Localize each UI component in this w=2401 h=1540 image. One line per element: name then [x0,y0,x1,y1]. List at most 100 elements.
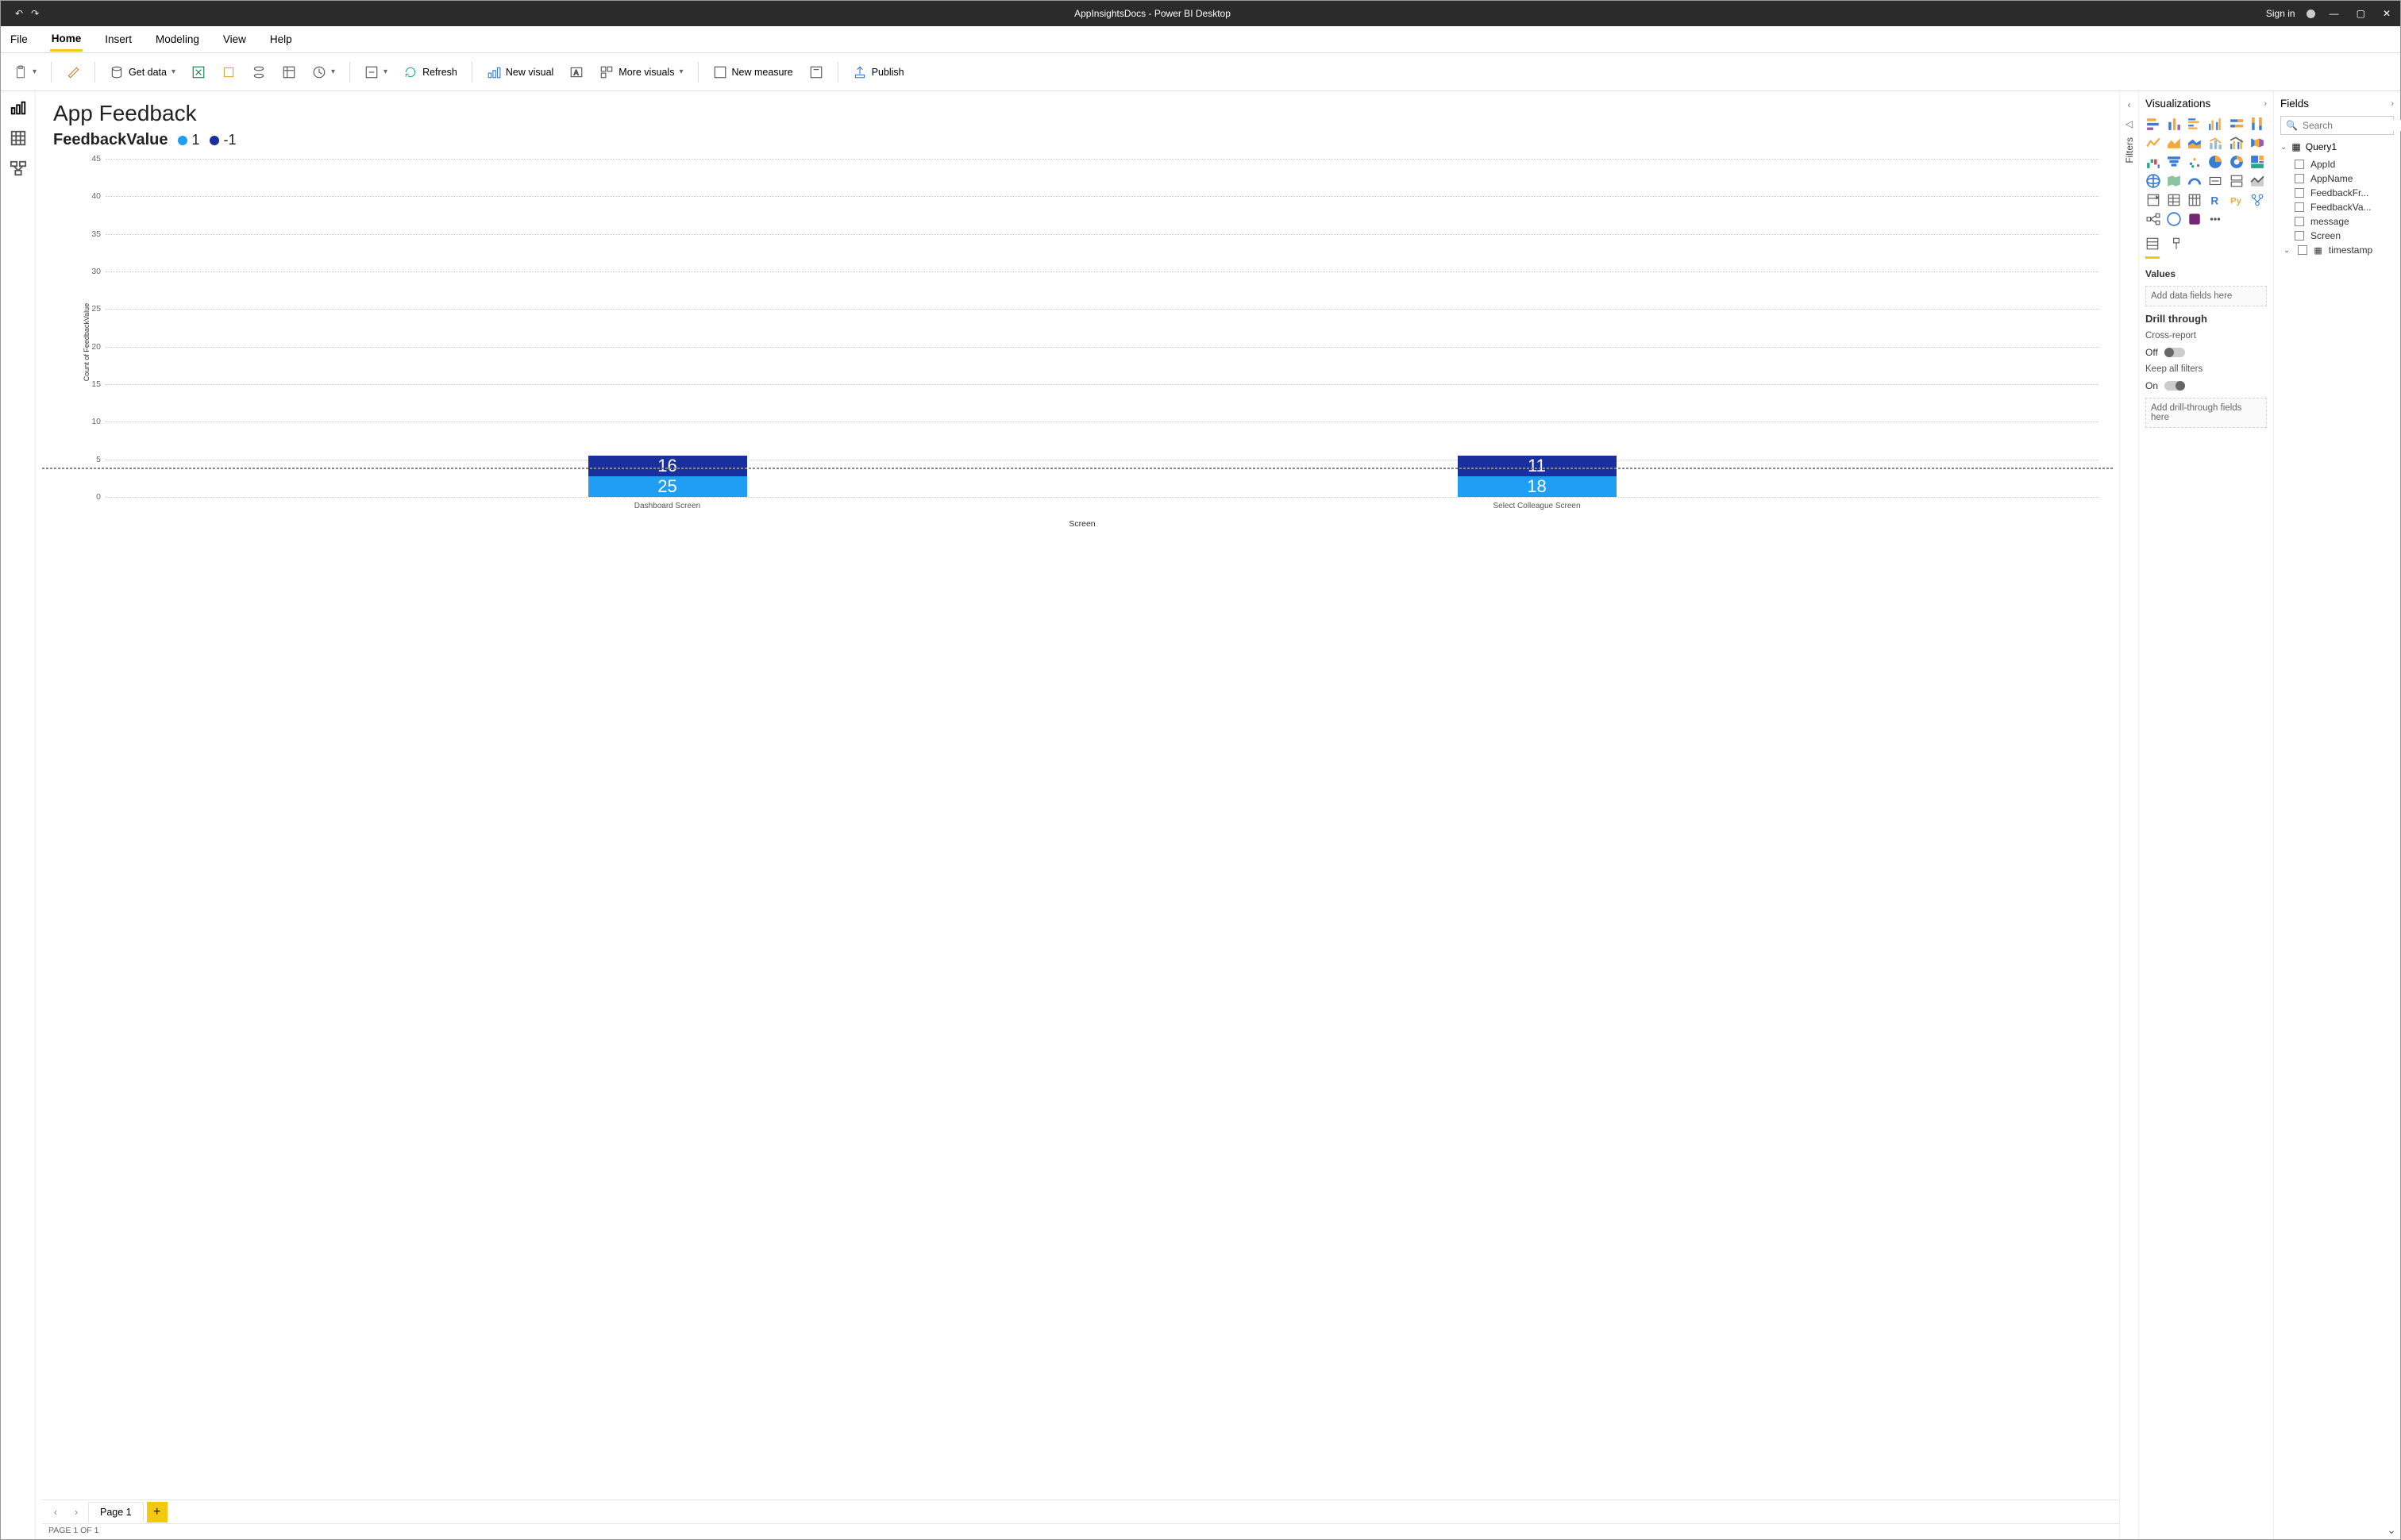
fields-tab-icon[interactable] [2145,237,2160,259]
viz-funnel-icon[interactable] [2166,154,2182,170]
viz-clustered-bar-icon[interactable] [2187,116,2203,132]
sql-source-button[interactable] [247,62,271,83]
viz-decomposition-icon[interactable] [2145,211,2161,227]
viz-slicer-icon[interactable] [2145,192,2161,208]
bar-group[interactable]: 1625Dashboard Screen [588,456,747,497]
get-data-button[interactable]: Get data▾ [105,62,180,83]
field-checkbox[interactable] [2295,202,2304,212]
field-checkbox[interactable] [2295,217,2304,226]
field-item[interactable]: ⌄▦timestamp [2295,244,2394,256]
viz-multirow-card-icon[interactable] [2229,173,2245,189]
fields-collapse-icon[interactable]: › [2391,99,2394,108]
enter-data-button[interactable] [277,62,301,83]
viz-powerapps-icon[interactable] [2187,211,2203,227]
viz-matrix-icon[interactable] [2187,192,2203,208]
menu-modeling[interactable]: Modeling [154,29,201,50]
viz-area-icon[interactable] [2166,135,2182,151]
prev-page-button[interactable]: ‹ [47,1503,64,1521]
bar-group[interactable]: 1118Select Colleague Screen [1458,456,1617,497]
viz-waterfall-icon[interactable] [2145,154,2161,170]
field-item[interactable]: Screen [2295,230,2394,241]
viz-scatter-icon[interactable] [2187,154,2203,170]
cross-report-toggle[interactable] [2164,348,2185,357]
page-tab[interactable]: Page 1 [88,1502,144,1523]
field-checkbox[interactable] [2295,160,2304,169]
menu-home[interactable]: Home [50,28,83,52]
redo-icon[interactable]: ↷ [31,8,39,19]
quick-measure-button[interactable] [804,62,828,83]
next-page-button[interactable]: › [67,1503,85,1521]
viz-line-stacked-column-icon[interactable] [2207,135,2223,151]
field-checkbox[interactable] [2295,231,2304,241]
viz-treemap-icon[interactable] [2249,154,2265,170]
minimize-icon[interactable]: — [2326,8,2342,19]
field-item[interactable]: message [2295,216,2394,227]
legend-item[interactable]: 1 [178,132,200,148]
viz-more-icon[interactable] [2207,211,2223,227]
viz-donut-icon[interactable] [2229,154,2245,170]
viz-100-stacked-bar-icon[interactable] [2229,116,2245,132]
filters-collapse-icon[interactable]: ‹ [2128,99,2131,110]
format-tab-icon[interactable] [2169,237,2183,259]
viz-python-icon[interactable]: Py [2229,192,2245,208]
data-view-icon[interactable] [10,129,27,147]
menu-file[interactable]: File [9,29,29,50]
viz-map-icon[interactable] [2145,173,2161,189]
viz-stacked-bar-icon[interactable] [2145,116,2161,132]
field-item[interactable]: FeedbackVa... [2295,202,2394,213]
menu-help[interactable]: Help [268,29,294,50]
viz-100-stacked-column-icon[interactable] [2249,116,2265,132]
field-checkbox[interactable] [2298,245,2307,255]
filters-toggle-icon[interactable]: ◁ [2125,118,2133,129]
fields-search-input[interactable] [2303,120,2401,131]
more-visuals-button[interactable]: More visuals▾ [595,62,688,83]
bar-segment[interactable]: 11 [1458,456,1617,476]
maximize-icon[interactable]: ▢ [2353,8,2368,19]
viz-ribbon-icon[interactable] [2249,135,2265,151]
legend-item[interactable]: -1 [210,132,237,148]
paste-button[interactable]: ▾ [9,62,41,83]
viz-filled-map-icon[interactable] [2166,173,2182,189]
field-item[interactable]: FeedbackFr... [2295,187,2394,198]
viz-stacked-area-icon[interactable] [2187,135,2203,151]
field-checkbox[interactable] [2295,174,2304,183]
format-painter-button[interactable] [61,62,85,83]
values-well[interactable]: Add data fields here [2145,286,2267,306]
viz-line-icon[interactable] [2145,135,2161,151]
user-avatar[interactable] [2307,10,2315,18]
menu-insert[interactable]: Insert [103,29,133,50]
report-view-icon[interactable] [10,99,27,117]
stacked-bar-chart[interactable]: Count of FeedbackValue 05101520253035404… [50,156,2114,529]
new-measure-button[interactable]: New measure [708,62,798,83]
recent-sources-button[interactable]: ▾ [307,62,340,83]
filters-label[interactable]: Filters [2124,137,2135,164]
field-item[interactable]: AppId [2295,159,2394,170]
viz-line-clustered-column-icon[interactable] [2229,135,2245,151]
undo-icon[interactable]: ↶ [15,8,23,19]
publish-button[interactable]: Publish [848,62,909,83]
model-view-icon[interactable] [10,160,27,177]
field-checkbox[interactable] [2295,188,2304,198]
viz-collapse-icon[interactable]: › [2264,99,2267,108]
new-visual-button[interactable]: New visual [482,62,558,83]
text-box-button[interactable]: A [565,62,588,83]
drill-through-well[interactable]: Add drill-through fields here [2145,398,2267,428]
keep-filters-toggle[interactable] [2164,381,2185,391]
table-node[interactable]: ⌄ ▦ Query1 [2280,141,2394,152]
field-item[interactable]: AppName [2295,173,2394,184]
viz-pie-icon[interactable] [2207,154,2223,170]
close-icon[interactable]: ✕ [2380,8,2394,19]
viz-r-script-icon[interactable]: R [2207,192,2223,208]
bar-segment[interactable]: 18 [1458,476,1617,497]
report-canvas[interactable]: App Feedback FeedbackValue 1-1 Count of … [42,91,2119,1500]
viz-table-icon[interactable] [2166,192,2182,208]
bar-segment[interactable]: 25 [588,476,747,497]
fields-search[interactable]: 🔍 [2280,116,2394,135]
viz-clustered-column-icon[interactable] [2207,116,2223,132]
pbi-datasets-button[interactable] [217,62,241,83]
viz-stacked-column-icon[interactable] [2166,116,2182,132]
excel-source-button[interactable] [187,62,210,83]
add-page-button[interactable]: + [147,1502,168,1523]
refresh-button[interactable]: Refresh [399,62,462,83]
viz-card-icon[interactable] [2207,173,2223,189]
